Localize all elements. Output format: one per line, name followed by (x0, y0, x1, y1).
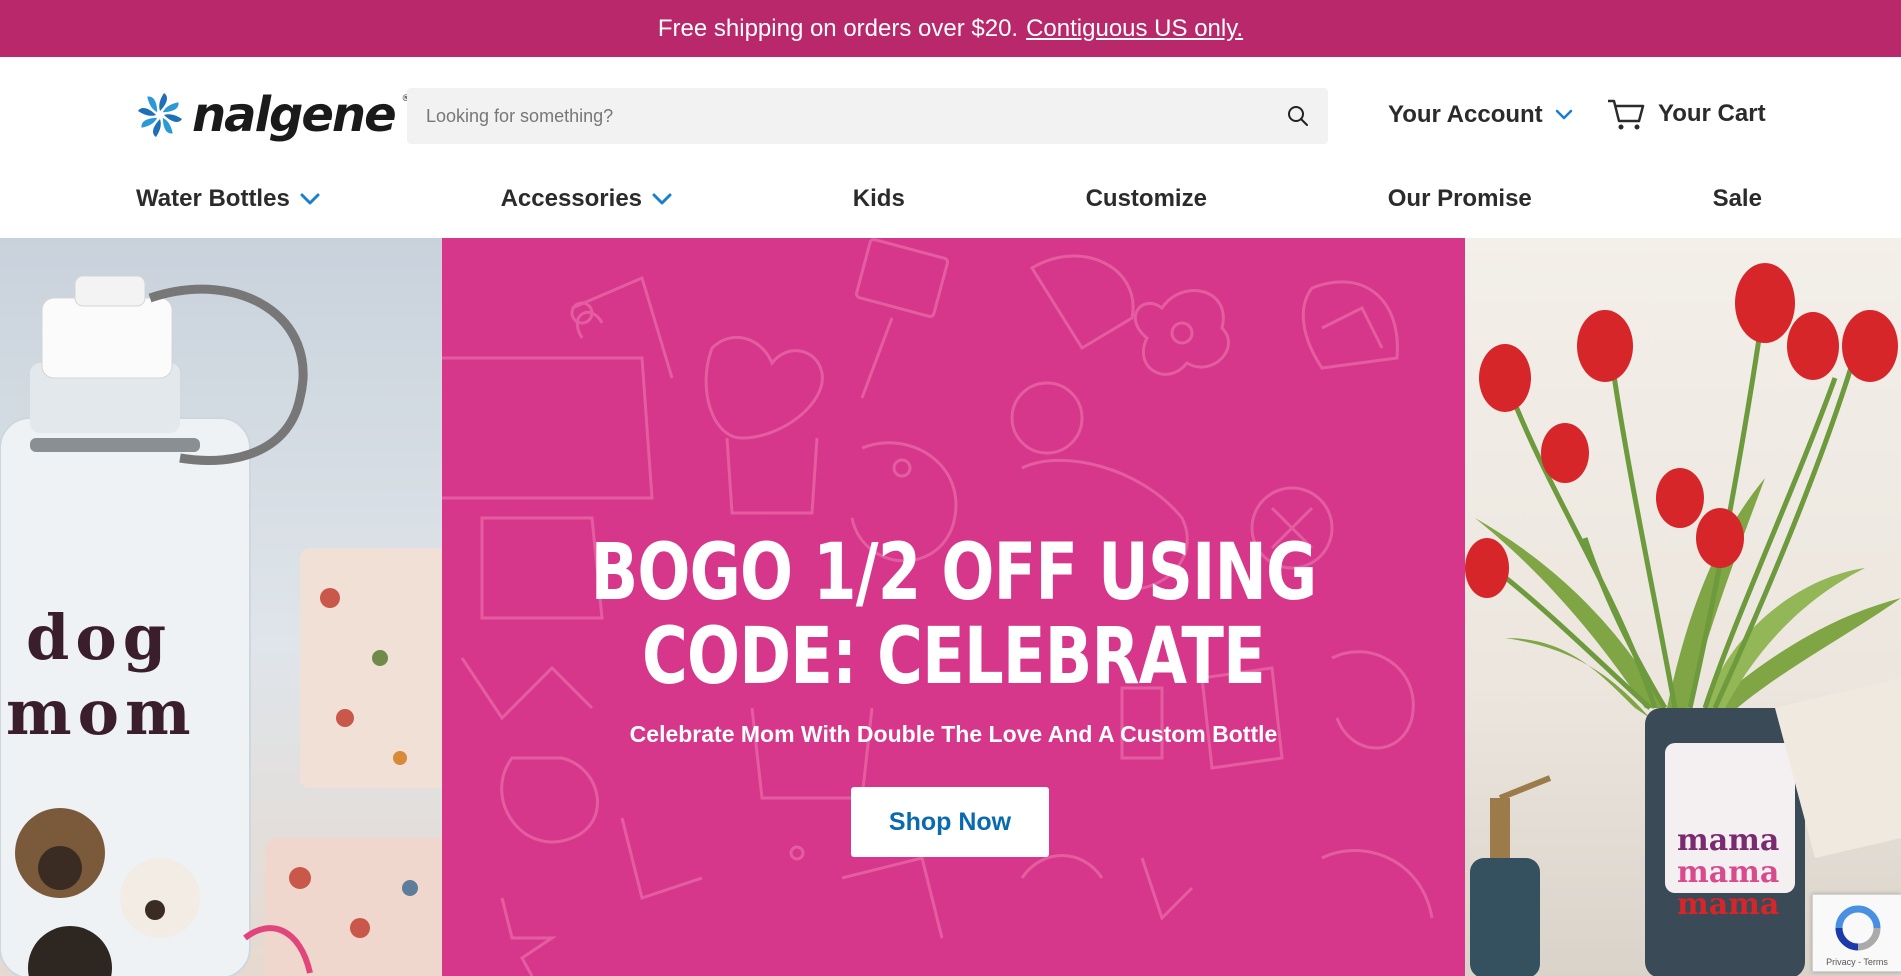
recaptcha-links[interactable]: Privacy - Terms (1813, 957, 1901, 967)
sticker-text-mama-3: mama (1677, 887, 1780, 922)
shop-now-button[interactable]: Shop Now (851, 787, 1049, 857)
sticker-text-dog: dog (26, 601, 173, 674)
nav-item-label: Sale (1712, 185, 1762, 212)
search-input[interactable] (407, 88, 1268, 144)
hero-headline-line1: BOGO 1/2 OFF USING (590, 528, 1318, 618)
nav-item-kids[interactable]: Kids (853, 185, 905, 213)
nav-item-customize[interactable]: Customize (1086, 185, 1207, 213)
recaptcha-badge[interactable]: Privacy - Terms (1812, 894, 1901, 972)
search-icon (1288, 106, 1308, 126)
nav-item-accessories[interactable]: Accessories (501, 185, 672, 213)
sticker-text-mama-2: mama (1677, 855, 1780, 890)
main-nav: Water Bottles Accessories Kids Customize… (136, 177, 1762, 221)
hero-promo-panel: BOGO 1/2 OFF USING CODE: CELEBRATE Celeb… (442, 238, 1465, 976)
nav-item-label: Customize (1085, 185, 1207, 212)
nav-item-our-promise[interactable]: Our Promise (1388, 185, 1532, 213)
promo-text: Free shipping on orders over $20. (657, 14, 1019, 42)
sticker-text-mom: mom (6, 676, 197, 749)
hero-headline: BOGO 1/2 OFF USING CODE: CELEBRATE (544, 531, 1362, 699)
site-header: nalgene ® Your Account Your Cart Water B… (0, 57, 1901, 237)
hero-headline-line2: CODE: CELEBRATE (642, 612, 1266, 702)
sticker-text-mama-1: mama (1677, 823, 1780, 858)
nav-item-label: Our Promise (1387, 185, 1532, 212)
nav-item-label: Accessories (500, 185, 643, 212)
pinwheel-logo-icon (138, 93, 182, 137)
chevron-down-icon (652, 193, 672, 205)
hero-text-block: BOGO 1/2 OFF USING CODE: CELEBRATE Celeb… (442, 238, 1465, 976)
chevron-down-icon (300, 193, 320, 205)
search-bar (407, 88, 1328, 144)
hero-image-dog-mom-bottle: dog mom (0, 238, 442, 976)
nav-item-label: Kids (852, 185, 905, 212)
chevron-down-icon (1555, 109, 1572, 120)
nav-item-sale[interactable]: Sale (1713, 185, 1762, 213)
nav-item-label: Water Bottles (136, 185, 290, 212)
hero-image-tulips-vase: mama mama mama (1465, 238, 1901, 976)
cart-link[interactable]: Your Cart (1606, 97, 1766, 131)
logo-wordmark: nalgene (192, 87, 397, 143)
hero-subheadline: Celebrate Mom With Double The Love And A… (629, 721, 1278, 747)
cart-icon (1608, 99, 1645, 130)
hero-banner: dog mom BOGO 1/2 OFF USING CODE: CELEBRA… (0, 238, 1901, 976)
nav-item-water-bottles[interactable]: Water Bottles (136, 185, 320, 213)
brand-logo[interactable]: nalgene ® (136, 87, 409, 143)
cart-label: Your Cart (1658, 100, 1766, 127)
promo-link[interactable]: Contiguous US only. (1026, 15, 1243, 43)
account-menu[interactable]: Your Account (1388, 101, 1573, 129)
promo-bar: Free shipping on orders over $20. Contig… (0, 0, 1901, 57)
recaptcha-icon (1835, 905, 1881, 951)
search-button[interactable] (1268, 88, 1328, 144)
account-label: Your Account (1388, 101, 1543, 128)
